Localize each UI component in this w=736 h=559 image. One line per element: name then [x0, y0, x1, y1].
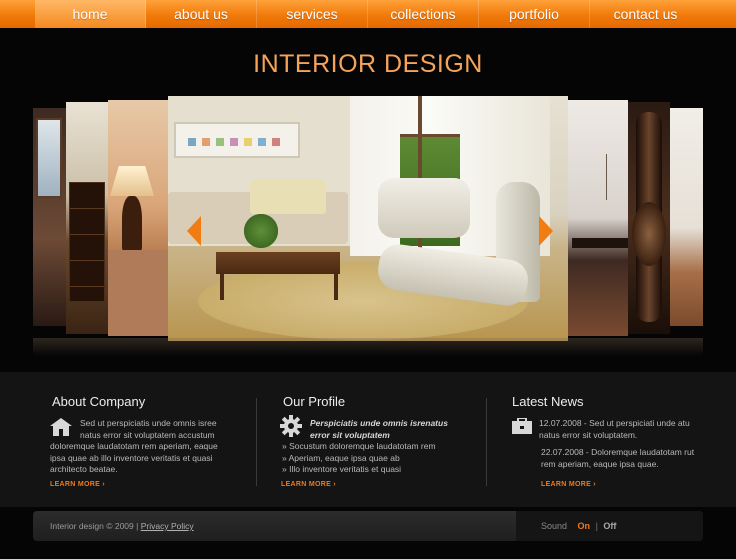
- about-line-3: doloremque laudatotam rem aperiam, eaque: [50, 441, 218, 451]
- gallery-thumb-7[interactable]: [670, 108, 703, 326]
- nav-contact-us[interactable]: contact us: [590, 0, 701, 28]
- nav-home[interactable]: home: [35, 0, 146, 28]
- privacy-policy-link[interactable]: Privacy Policy: [141, 521, 194, 531]
- gallery-main-image: [168, 96, 568, 341]
- gallery-thumb-5[interactable]: [568, 100, 628, 336]
- about-text-indent: Sed ut perspiciatis unde omnis isree nat…: [80, 418, 240, 441]
- gallery-thumb-3[interactable]: [108, 100, 168, 336]
- column-divider: [486, 398, 487, 486]
- briefcase-icon: [512, 418, 532, 434]
- profile-bullet: » Aperiam, eaque ipsa quae ab: [282, 452, 400, 463]
- gear-icon: [280, 415, 302, 437]
- sound-off-button[interactable]: Off: [603, 521, 616, 531]
- sound-on-button[interactable]: On: [578, 521, 591, 531]
- site-title: INTERIOR DESIGN: [253, 50, 483, 78]
- profile-heading: Our Profile: [283, 394, 346, 409]
- profile-intro-line-1: Perspiciatis unde omnis isrenatus: [310, 418, 448, 428]
- footer: Interior design © 2009 | Privacy Policy …: [33, 511, 703, 541]
- nav-collections[interactable]: collections: [368, 0, 479, 28]
- profile-bullet: » Illo inventore veritatis et quasi: [282, 464, 402, 474]
- profile-intro-line-2: error sit voluptatem: [310, 429, 390, 440]
- nav-services[interactable]: services: [257, 0, 368, 28]
- news-heading: Latest News: [512, 394, 584, 409]
- gallery-thumb-6[interactable]: [628, 102, 670, 334]
- about-line-1: Sed ut perspiciatis unde omnis isree: [80, 418, 217, 428]
- previous-arrow-icon[interactable]: [187, 216, 201, 246]
- sound-control: Sound On | Off: [516, 511, 703, 541]
- copyright-text: Interior design © 2009 |: [50, 521, 139, 531]
- nav-portfolio[interactable]: portfolio: [479, 0, 590, 28]
- sound-label: Sound: [541, 521, 568, 531]
- gallery-thumb-2[interactable]: [66, 102, 108, 334]
- news-item-date-text: 22.07.2008 - Doloremque laudatotam rut: [541, 447, 695, 457]
- news-item-2: 22.07.2008 - Doloremque laudatotam rut r…: [541, 447, 711, 470]
- news-item-text: rem aperiam, eaque ipsa quae.: [541, 458, 659, 469]
- about-line-5: architecto beatae.: [50, 464, 118, 474]
- about-learn-more-link[interactable]: LEARN MORE ›: [50, 481, 105, 488]
- news-item-text: natus error sit voluptatem.: [539, 429, 638, 440]
- main-navigation: home about us services collections portf…: [0, 0, 736, 28]
- image-gallery: [0, 96, 736, 356]
- about-line-2: natus error sit voluptatem accustum: [80, 429, 215, 440]
- gallery-thumb-1[interactable]: [33, 108, 66, 326]
- profile-bullets: » Socustum doloremque laudatotam rem » A…: [282, 441, 472, 476]
- news-learn-more-link[interactable]: LEARN MORE ›: [541, 481, 596, 488]
- nav-about-us[interactable]: about us: [146, 0, 257, 28]
- news-item-1: 12.07.2008 - Sed ut perspiciati unde atu…: [539, 418, 709, 441]
- copyright: Interior design © 2009 | Privacy Policy: [50, 521, 194, 531]
- gallery-reflection: [33, 338, 703, 356]
- house-icon: [50, 418, 72, 436]
- news-item-date-text: 12.07.2008 - Sed ut perspiciati unde atu: [539, 418, 690, 428]
- sound-separator: |: [595, 521, 598, 531]
- sound-toggle: Sound On | Off: [541, 521, 616, 531]
- profile-learn-more-link[interactable]: LEARN MORE ›: [281, 481, 336, 488]
- next-arrow-icon[interactable]: [539, 216, 553, 246]
- about-text: doloremque laudatotam rem aperiam, eaque…: [50, 441, 240, 476]
- column-divider: [256, 398, 257, 486]
- about-line-4: ipsa quae ab illo inventore veritatis et…: [50, 452, 213, 463]
- about-heading: About Company: [52, 394, 146, 409]
- profile-intro: Perspiciatis unde omnis isrenatus error …: [310, 418, 480, 441]
- content-section: About Company Sed ut perspiciatis unde o…: [0, 372, 736, 507]
- profile-bullet: » Socustum doloremque laudatotam rem: [282, 441, 436, 451]
